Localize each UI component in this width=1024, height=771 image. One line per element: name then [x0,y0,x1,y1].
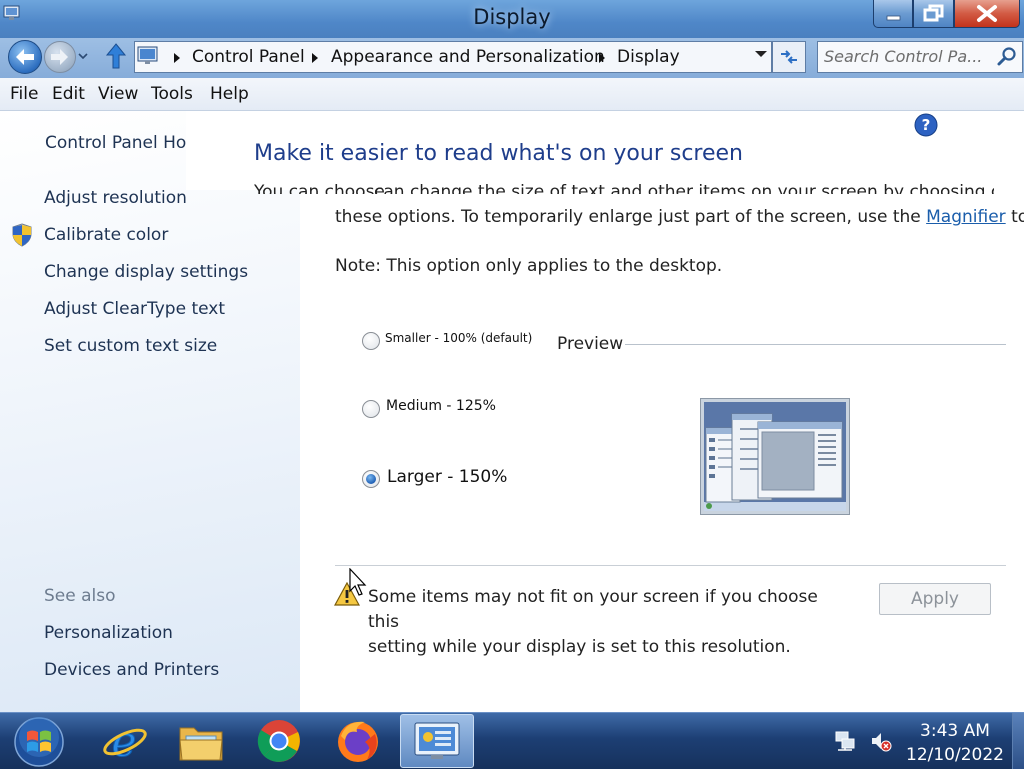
refresh-icon [781,50,797,64]
close-icon [977,5,997,22]
clock-date[interactable]: 12/10/2022 [905,745,1005,765]
back-button[interactable] [8,40,42,74]
maximize-button[interactable] [913,0,954,28]
minimize-icon [886,15,901,21]
see-also-heading: See also [44,586,116,606]
file-explorer-icon[interactable] [176,716,226,766]
minimize-button[interactable] [873,0,913,28]
control-panel-taskbar-button[interactable] [400,714,474,768]
search-icon[interactable] [996,46,1018,68]
section-divider [335,565,1006,566]
smaller-radio-label[interactable]: Smaller - 100% (default) [385,331,532,345]
mouse-cursor-icon [349,568,367,596]
preview-label: Preview [557,334,624,354]
menu-file[interactable]: File [10,84,38,104]
clock-time[interactable]: 3:43 AM [905,721,1005,741]
breadcrumb-separator-icon[interactable] [173,52,181,64]
network-icon[interactable] [834,730,856,752]
preview-image [700,398,850,515]
firefox-icon[interactable] [333,716,383,766]
breadcrumb-control-panel[interactable]: Control Panel [192,47,305,67]
personalization-link[interactable]: Personalization [44,623,173,643]
search-input[interactable] [824,45,984,67]
uac-shield-icon [12,223,32,247]
show-desktop-button[interactable] [1012,713,1024,769]
preview-divider [625,344,1006,345]
taskbar: e 3:43 AM 12/10/2022 [0,712,1024,769]
breadcrumb-display[interactable]: Display [617,47,680,67]
refresh-button[interactable] [772,41,806,73]
chrome-icon[interactable] [254,716,304,766]
menu-edit[interactable]: Edit [52,84,85,104]
menu-tools[interactable]: Tools [151,84,193,104]
larger-radio[interactable] [362,470,380,488]
smaller-radio[interactable] [362,332,380,350]
menu-bar: File Edit View Tools Help [0,78,1024,111]
svg-text:e: e [112,717,137,766]
control-panel-icon [137,46,158,64]
up-one-level-icon[interactable] [104,42,128,70]
window-title: Display [473,5,551,29]
adjust-resolution-link[interactable]: Adjust resolution [44,188,187,208]
menu-help[interactable]: Help [210,84,249,104]
svg-text:?: ? [922,116,931,134]
address-dropdown-icon[interactable] [754,49,768,59]
set-custom-text-size-link[interactable]: Set custom text size [44,336,217,356]
magnifier-link[interactable]: Magnifier [926,207,1006,227]
breadcrumb-separator-icon[interactable] [598,52,606,64]
restore-icon [923,4,944,22]
larger-radio-label[interactable]: Larger - 150% [387,467,507,487]
devices-and-printers-link[interactable]: Devices and Printers [44,660,219,680]
apply-button[interactable]: Apply [879,583,991,615]
calibrate-color-link[interactable]: Calibrate color [44,225,168,245]
back-arrow-icon [16,49,34,65]
description-line-2: these options. To temporarily enlarge ju… [335,207,1024,227]
help-icon[interactable]: ? [914,113,938,137]
medium-radio[interactable] [362,400,380,418]
page-heading: Make it easier to read what's on your sc… [254,141,743,166]
navigation-bar: Control Panel Appearance and Personaliza… [0,38,1024,78]
internet-explorer-icon[interactable]: e [100,716,150,766]
title-bar[interactable]: Display [0,0,1024,38]
medium-radio-label[interactable]: Medium - 125% [386,398,496,414]
menu-view[interactable]: View [98,84,138,104]
control-panel-taskbar-icon [414,722,460,759]
description-line-1: You can choose can change the size of te… [254,182,994,194]
task-pane: Control Panel Hor Adjust resolution Cali… [0,111,300,712]
forward-arrow-icon [51,49,68,65]
breadcrumb-separator-icon[interactable] [311,52,319,64]
change-display-settings-link[interactable]: Change display settings [44,262,248,282]
control-panel-home-link[interactable]: Control Panel Hor [45,133,193,153]
search-box[interactable] [817,41,1023,73]
desktop-note: Note: This option only applies to the de… [335,256,723,276]
volume-muted-icon[interactable] [870,730,892,752]
address-bar[interactable]: Control Panel Appearance and Personaliza… [134,41,772,73]
forward-button[interactable] [44,41,76,73]
recent-pages-dropdown-icon[interactable] [78,52,88,60]
breadcrumb-appearance-and-personalization[interactable]: Appearance and Personalization [331,47,605,67]
warning-message: Some items may not fit on your screen if… [368,587,818,657]
adjust-cleartype-link[interactable]: Adjust ClearType text [44,299,225,319]
close-button[interactable] [954,0,1020,28]
start-button-icon[interactable] [12,715,66,767]
